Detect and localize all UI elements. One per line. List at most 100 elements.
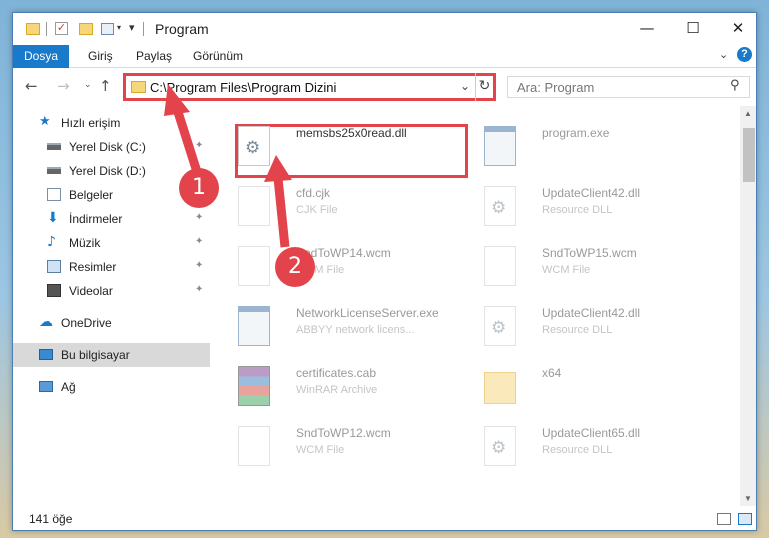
file-type: Resource DLL	[542, 324, 613, 336]
search-icon[interactable]: ⚲	[730, 78, 740, 93]
customize-toolbar-icon[interactable]: ▾	[129, 21, 135, 35]
sidebar-item-label: Belgeler	[69, 188, 114, 202]
vertical-scrollbar[interactable]: ▲ ▼	[740, 106, 756, 506]
status-bar: 141 öğe	[13, 506, 756, 530]
sidebar-item-onedrive[interactable]: ☁ OneDrive	[13, 311, 210, 335]
scroll-down-icon[interactable]: ▼	[744, 494, 752, 503]
file-name: SndToWP12.wcm	[296, 426, 391, 440]
large-icons-view-icon[interactable]	[738, 513, 752, 525]
file-type: WCM File	[542, 264, 591, 276]
tab-file[interactable]: Dosya	[13, 45, 69, 68]
maximize-button[interactable]: ☐	[671, 13, 715, 45]
folder-icon	[26, 23, 40, 35]
pin-icon[interactable]: ✦	[195, 236, 203, 247]
help-icon[interactable]: ?	[737, 47, 752, 62]
close-button[interactable]: ✕	[716, 13, 756, 45]
scroll-thumb[interactable]	[743, 128, 755, 182]
dll-gear-icon	[238, 126, 270, 166]
recent-locations-icon[interactable]: ⌄	[84, 80, 92, 90]
sidebar-item-videos[interactable]: Videolar ✦	[13, 279, 210, 303]
pin-icon[interactable]: ✦	[195, 212, 203, 223]
file-item[interactable]: program.exe	[456, 120, 696, 178]
refresh-icon[interactable]: ↻	[475, 73, 493, 101]
address-bar[interactable]: C:\Program Files\Program Dizini ⌄ ↻	[123, 73, 496, 101]
dll-gear-icon	[484, 306, 516, 346]
sidebar-item-label: Yerel Disk (C:)	[69, 140, 146, 154]
file-type: WCM File	[296, 444, 345, 456]
file-name: memsbs25x0read.dll	[296, 126, 407, 140]
file-name: cfd.cjk	[296, 186, 331, 200]
sidebar-item-label: Müzik	[69, 236, 101, 250]
sidebar-item-quick-access[interactable]: ★ Hızlı erişim	[13, 111, 210, 135]
file-item[interactable]: UpdateClient65.dll Resource DLL	[456, 420, 696, 478]
item-count: 141 öğe	[29, 512, 73, 526]
exe-icon	[238, 306, 270, 346]
file-explorer-window: ✓ ▾ ▾ Program — ☐ ✕ Dosya Giriş Paylaş G…	[12, 12, 757, 531]
blank-file-icon	[484, 246, 516, 286]
back-button[interactable]: ←	[25, 77, 38, 95]
file-item[interactable]: memsbs25x0read.dll	[210, 120, 450, 178]
forward-button[interactable]: →	[57, 77, 70, 95]
window-title: Program	[155, 21, 209, 37]
rename-icon[interactable]	[101, 23, 114, 35]
tab-view[interactable]: Görünüm	[193, 49, 243, 63]
address-path[interactable]: C:\Program Files\Program Dizini	[150, 80, 336, 95]
sidebar-item-pictures[interactable]: Resimler ✦	[13, 255, 210, 279]
sidebar-item-local-disk-c[interactable]: Yerel Disk (C:) ✦	[13, 135, 210, 159]
file-name: UpdateClient42.dll	[542, 306, 641, 320]
file-name: NetworkLicenseServer.exe	[296, 306, 439, 320]
sidebar-item-label: Ağ	[61, 380, 76, 394]
search-box[interactable]: Ara: Program ⚲	[507, 76, 750, 98]
minimize-button[interactable]: —	[625, 13, 669, 45]
blank-file-icon	[238, 426, 270, 466]
callout-1: 1	[179, 168, 219, 208]
properties-check-icon[interactable]: ✓	[55, 22, 68, 35]
sidebar-item-network[interactable]: Ağ	[13, 375, 210, 399]
documents-icon	[47, 188, 61, 201]
tab-home[interactable]: Giriş	[88, 49, 113, 63]
navigation-pane: ★ Hızlı erişim Yerel Disk (C:) ✦ Yerel D…	[13, 106, 210, 506]
pin-icon[interactable]: ✦	[195, 284, 203, 295]
scroll-up-icon[interactable]: ▲	[744, 109, 752, 118]
sidebar-item-label: Hızlı erişim	[61, 116, 121, 130]
details-view-icon[interactable]	[717, 513, 731, 525]
exe-icon	[484, 126, 516, 166]
sidebar-item-downloads[interactable]: ⬇ İndirmeler ✦	[13, 207, 210, 231]
file-type: CJK File	[296, 204, 338, 216]
file-item[interactable]: SndToWP14.wcm WCM File	[210, 240, 450, 298]
rar-icon	[238, 366, 270, 406]
navigation-bar: ← → ⌄ ↑ C:\Program Files\Program Dizini …	[13, 68, 756, 106]
toolbar-separator	[46, 22, 47, 36]
file-item[interactable]: UpdateClient42.dll Resource DLL	[456, 180, 696, 238]
dll-gear-icon	[484, 426, 516, 466]
blank-file-icon	[238, 246, 270, 286]
file-item[interactable]: UpdateClient42.dll Resource DLL	[456, 300, 696, 358]
up-button[interactable]: ↑	[99, 77, 112, 95]
file-item[interactable]: SndToWP15.wcm WCM File	[456, 240, 696, 298]
file-name: x64	[542, 366, 562, 380]
pin-icon[interactable]: ✦	[195, 140, 203, 151]
file-name: UpdateClient42.dll	[542, 186, 641, 200]
address-dropdown-icon[interactable]: ⌄	[460, 79, 470, 93]
sidebar-item-this-pc[interactable]: Bu bilgisayar	[13, 343, 210, 367]
file-item[interactable]: cfd.cjk CJK File	[210, 180, 450, 238]
new-folder-icon[interactable]	[79, 23, 93, 35]
videos-icon	[47, 284, 61, 297]
folder-icon	[131, 81, 146, 93]
file-item[interactable]: x64	[456, 360, 696, 418]
cloud-icon: ☁	[39, 314, 53, 330]
file-item[interactable]: NetworkLicenseServer.exe ABBYY network l…	[210, 300, 450, 358]
pin-icon[interactable]: ✦	[195, 260, 203, 271]
file-item[interactable]: certificates.cab WinRAR Archive	[210, 360, 450, 418]
star-icon: ★	[39, 114, 51, 129]
sidebar-item-music[interactable]: ♪ Müzik ✦	[13, 231, 210, 255]
search-input[interactable]: Ara: Program	[517, 80, 594, 95]
dll-gear-icon	[484, 186, 516, 226]
expand-ribbon-icon[interactable]: ⌄	[719, 48, 728, 61]
drive-icon	[47, 167, 61, 174]
music-icon: ♪	[47, 234, 56, 250]
file-item[interactable]: SndToWP12.wcm WCM File	[210, 420, 450, 478]
quick-access-dropdown-icon[interactable]: ▾	[117, 23, 121, 37]
sidebar-item-label: İndirmeler	[69, 212, 123, 226]
tab-share[interactable]: Paylaş	[136, 49, 172, 63]
